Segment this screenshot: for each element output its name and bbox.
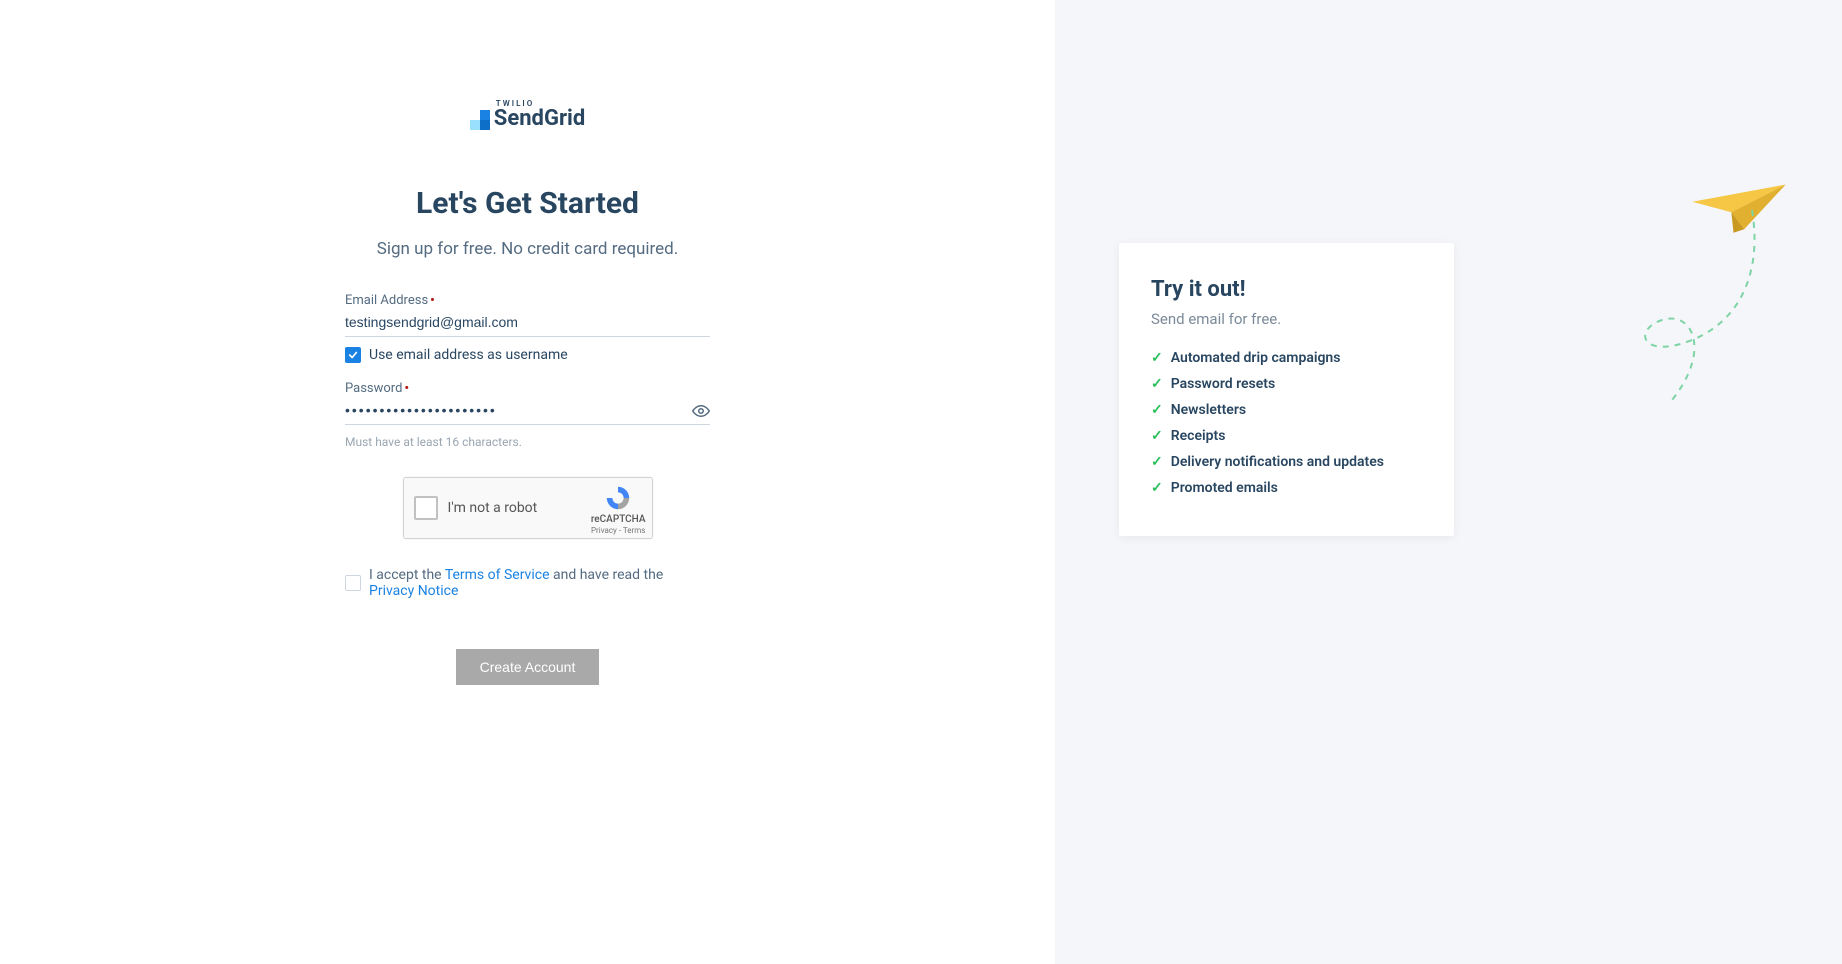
promo-feature-item: ✓Promoted emails [1151, 480, 1422, 496]
promo-card: Try it out! Send email for free. ✓Automa… [1119, 243, 1454, 536]
promo-title: Try it out! [1151, 277, 1422, 302]
check-icon: ✓ [1151, 454, 1163, 470]
page-subtitle: Sign up for free. No credit card require… [377, 239, 678, 259]
page-title: Let's Get Started [416, 186, 639, 221]
recaptcha-brand: reCAPTCHA Privacy - Terms [591, 484, 646, 536]
email-label: Email Address• [345, 293, 710, 308]
recaptcha-checkbox[interactable] [414, 496, 438, 520]
check-icon: ✓ [1151, 402, 1163, 418]
password-hint: Must have at least 16 characters. [345, 435, 710, 449]
password-input[interactable] [345, 398, 710, 425]
email-input[interactable] [345, 310, 710, 337]
use-email-as-username-label: Use email address as username [369, 347, 568, 363]
promo-feature-item: ✓Automated drip campaigns [1151, 350, 1422, 366]
promo-feature-item: ✓Delivery notifications and updates [1151, 454, 1422, 470]
sendgrid-logo: TWILIO SendGrid [470, 100, 585, 130]
signup-panel: TWILIO SendGrid Let's Get Started Sign u… [0, 0, 1055, 964]
privacy-notice-link[interactable]: Privacy Notice [369, 583, 458, 599]
password-label: Password• [345, 381, 710, 396]
check-icon: ✓ [1151, 480, 1163, 496]
show-password-icon[interactable] [692, 402, 710, 424]
check-icon: ✓ [1151, 350, 1163, 366]
signup-form: Email Address• Use email address as user… [345, 293, 710, 685]
promo-panel: Try it out! Send email for free. ✓Automa… [1055, 0, 1842, 964]
logo-brand-text: SendGrid [494, 108, 585, 130]
accept-terms-text: I accept the Terms of Service and have r… [369, 567, 710, 599]
promo-subtitle: Send email for free. [1151, 310, 1422, 328]
promo-feature-item: ✓Password resets [1151, 376, 1422, 392]
check-icon: ✓ [1151, 376, 1163, 392]
promo-feature-item: ✓Receipts [1151, 428, 1422, 444]
create-account-button[interactable]: Create Account [456, 649, 600, 685]
check-icon: ✓ [1151, 428, 1163, 444]
accept-terms-checkbox[interactable] [345, 575, 361, 591]
terms-of-service-link[interactable]: Terms of Service [445, 567, 550, 583]
recaptcha-label: I'm not a robot [448, 500, 538, 516]
plane-trail-icon [1612, 210, 1762, 410]
recaptcha-widget: I'm not a robot reCAPTCHA Privacy - Term… [403, 477, 653, 539]
logo-mark-icon [470, 110, 490, 130]
promo-feature-item: ✓Newsletters [1151, 402, 1422, 418]
promo-feature-list: ✓Automated drip campaigns ✓Password rese… [1151, 350, 1422, 496]
use-email-as-username-checkbox[interactable] [345, 347, 361, 363]
